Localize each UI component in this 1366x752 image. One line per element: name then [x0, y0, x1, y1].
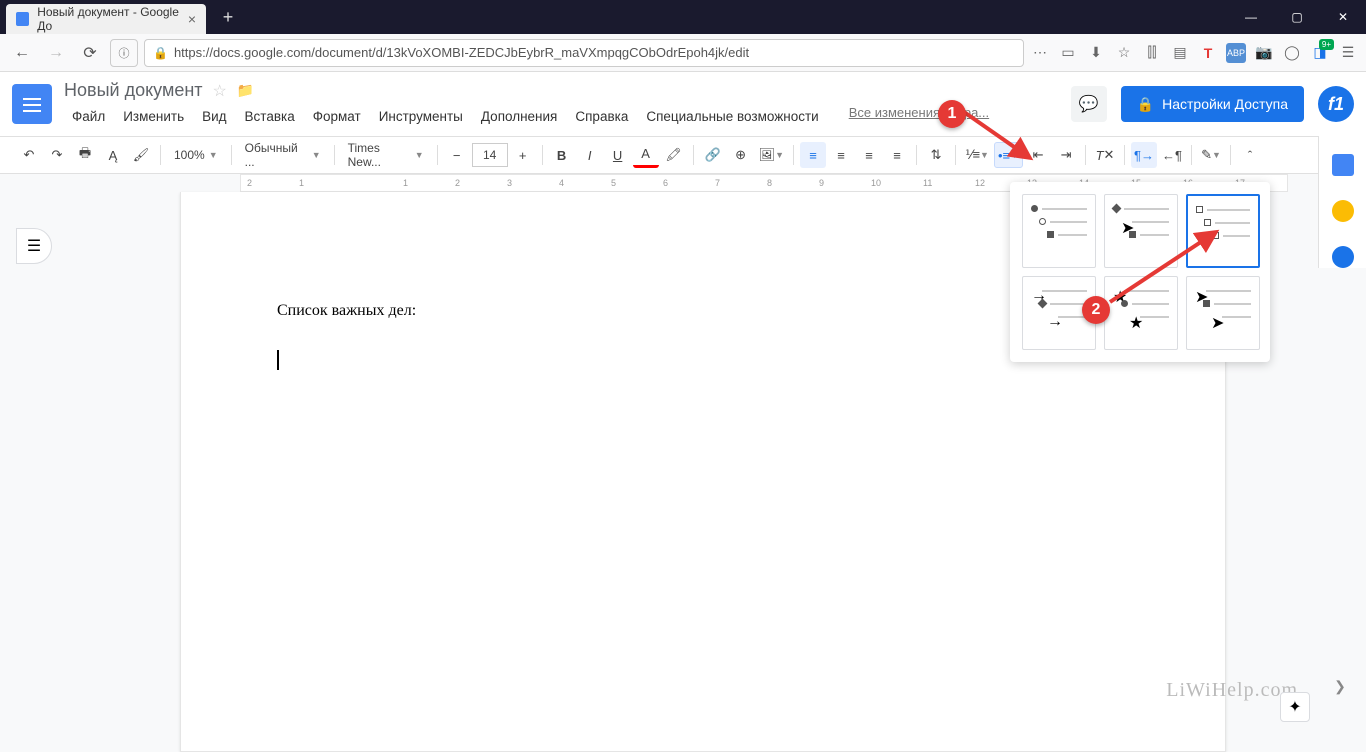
- style-select[interactable]: Обычный ...▼: [238, 143, 328, 167]
- underline-button[interactable]: U: [605, 142, 631, 168]
- collapse-toolbar-button[interactable]: ˆ: [1237, 142, 1263, 168]
- outline-toggle[interactable]: ☰: [16, 228, 52, 264]
- hamburger-icon[interactable]: ☰: [1338, 43, 1358, 63]
- url-input[interactable]: 🔒 https://docs.google.com/document/d/13k…: [144, 39, 1024, 67]
- editing-mode-button[interactable]: ✎▼: [1198, 142, 1224, 168]
- screenshot-icon[interactable]: 📷: [1254, 43, 1274, 63]
- maximize-button[interactable]: ▢: [1274, 0, 1320, 34]
- browser-titlebar: Новый документ - Google До × + — ▢ ✕: [0, 0, 1366, 34]
- line-spacing-button[interactable]: ⇅: [923, 142, 949, 168]
- book-icon[interactable]: ▤: [1170, 43, 1190, 63]
- tab-title: Новый документ - Google До: [37, 5, 188, 33]
- folder-icon[interactable]: 📁: [237, 82, 254, 99]
- menu-help[interactable]: Справка: [567, 105, 636, 128]
- link-button[interactable]: 🔗: [700, 142, 726, 168]
- profile-icon[interactable]: ◯: [1282, 43, 1302, 63]
- side-panel: [1318, 136, 1366, 268]
- indent-increase-button[interactable]: ⇥: [1053, 142, 1079, 168]
- keep-app-icon[interactable]: [1332, 200, 1354, 222]
- reload-button[interactable]: ⟳: [76, 39, 104, 67]
- annotation-arrow-2: [1106, 226, 1226, 306]
- tasks-app-icon[interactable]: [1332, 246, 1354, 268]
- image-button[interactable]: 🖼▼: [756, 142, 787, 168]
- docs-menubar: Файл Изменить Вид Вставка Формат Инструм…: [64, 105, 1059, 128]
- align-left-button[interactable]: ≡: [800, 142, 826, 168]
- more-icon[interactable]: ⋯: [1030, 43, 1050, 63]
- menu-view[interactable]: Вид: [194, 105, 234, 128]
- font-size-decrease[interactable]: −: [444, 142, 470, 168]
- lock-icon: 🔒: [153, 46, 168, 60]
- side-panel-expand[interactable]: ❯: [1328, 674, 1352, 698]
- menu-insert[interactable]: Вставка: [237, 105, 303, 128]
- italic-button[interactable]: I: [577, 142, 603, 168]
- calendar-app-icon[interactable]: [1332, 154, 1354, 176]
- font-size-increase[interactable]: +: [510, 142, 536, 168]
- redo-button[interactable]: ↷: [44, 142, 70, 168]
- print-button[interactable]: 🖶: [72, 142, 98, 168]
- user-avatar[interactable]: f1: [1318, 86, 1354, 122]
- browser-tab[interactable]: Новый документ - Google До ×: [6, 4, 206, 34]
- menu-file[interactable]: Файл: [64, 105, 113, 128]
- menu-addons[interactable]: Дополнения: [473, 105, 565, 128]
- comments-button[interactable]: 💬: [1071, 86, 1107, 122]
- adblock-icon[interactable]: ABP: [1226, 43, 1246, 63]
- text-color-button[interactable]: A: [633, 142, 659, 168]
- outline-icon: ☰: [27, 236, 41, 256]
- bold-button[interactable]: B: [549, 142, 575, 168]
- docs-logo-icon[interactable]: [12, 84, 52, 124]
- menu-edit[interactable]: Изменить: [115, 105, 192, 128]
- lock-icon: 🔒: [1137, 96, 1154, 113]
- menu-format[interactable]: Формат: [305, 105, 369, 128]
- undo-button[interactable]: ↶: [16, 142, 42, 168]
- align-right-button[interactable]: ≡: [856, 142, 882, 168]
- annotation-callout-1: 1: [938, 100, 966, 128]
- save-icon[interactable]: ⬇: [1086, 43, 1106, 63]
- annotation-arrow-1: [960, 108, 1040, 168]
- doc-text-line: Список важных дел:: [277, 302, 1129, 320]
- annotation-callout-2: 2: [1082, 296, 1110, 324]
- share-label: Настройки Доступа: [1162, 96, 1288, 112]
- doc-title[interactable]: Новый документ: [64, 80, 203, 101]
- browser-addressbar: ← → ⟳ ⓘ 🔒 https://docs.google.com/docume…: [0, 34, 1366, 72]
- zoom-select[interactable]: 100%▼: [167, 143, 225, 167]
- clear-format-button[interactable]: T✕: [1092, 142, 1118, 168]
- bookmark-icon[interactable]: ☆: [1114, 43, 1134, 63]
- reader-icon[interactable]: ▭: [1058, 43, 1078, 63]
- font-size-input[interactable]: 14: [472, 143, 508, 167]
- comment-add-button[interactable]: ⊕: [728, 142, 754, 168]
- browser-extensions: ⋯ ▭ ⬇ ☆ ⫿⫿ ▤ T ABP 📷 ◯ ◨9+ ☰: [1030, 43, 1358, 63]
- align-center-button[interactable]: ≡: [828, 142, 854, 168]
- font-select[interactable]: Times New...▼: [341, 143, 431, 167]
- container-icon[interactable]: ◨9+: [1310, 43, 1330, 63]
- library-icon[interactable]: ⫿⫿: [1142, 43, 1162, 63]
- ltr-button[interactable]: ¶→: [1131, 142, 1157, 168]
- info-button[interactable]: ⓘ: [110, 39, 138, 67]
- docs-header: Новый документ ☆ 📁 Файл Изменить Вид Вст…: [0, 72, 1366, 136]
- text-ext-icon[interactable]: T: [1198, 43, 1218, 63]
- text-cursor: [277, 350, 279, 370]
- url-text: https://docs.google.com/document/d/13kVo…: [174, 45, 749, 60]
- star-icon[interactable]: ☆: [213, 81, 227, 101]
- docs-toolbar: ↶ ↷ 🖶 Ą 🖌 100%▼ Обычный ...▼ Times New..…: [0, 136, 1366, 174]
- menu-accessibility[interactable]: Специальные возможности: [638, 105, 826, 128]
- share-button[interactable]: 🔒 Настройки Доступа: [1121, 86, 1304, 122]
- new-tab-button[interactable]: +: [214, 3, 242, 31]
- minimize-button[interactable]: —: [1228, 0, 1274, 34]
- bullet-option-1[interactable]: [1022, 194, 1096, 268]
- explore-button[interactable]: ✦: [1280, 692, 1310, 722]
- spellcheck-button[interactable]: Ą: [100, 142, 126, 168]
- window-controls: — ▢ ✕: [1228, 0, 1366, 34]
- close-tab-icon[interactable]: ×: [188, 11, 196, 27]
- back-button[interactable]: ←: [8, 39, 36, 67]
- align-justify-button[interactable]: ≡: [884, 142, 910, 168]
- rtl-button[interactable]: ←¶: [1159, 142, 1185, 168]
- comment-icon: 💬: [1079, 94, 1099, 114]
- forward-button[interactable]: →: [42, 39, 70, 67]
- highlight-button[interactable]: 🖍: [661, 142, 687, 168]
- paint-format-button[interactable]: 🖌: [128, 142, 154, 168]
- close-window-button[interactable]: ✕: [1320, 0, 1366, 34]
- docs-favicon: [16, 12, 29, 26]
- menu-tools[interactable]: Инструменты: [371, 105, 471, 128]
- watermark: LiWiHelp.com: [1166, 679, 1298, 702]
